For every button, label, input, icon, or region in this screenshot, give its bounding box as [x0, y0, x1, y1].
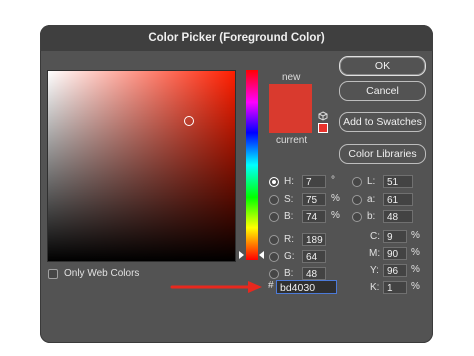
brightness-label: B: — [284, 211, 294, 222]
hue-unit: ° — [331, 175, 335, 186]
color-libraries-button[interactable]: Color Libraries — [339, 144, 426, 164]
black-unit: % — [411, 281, 420, 292]
black-label: K: — [370, 282, 380, 293]
color-field-cursor[interactable] — [184, 116, 194, 126]
only-web-colors-checkbox[interactable] — [48, 269, 58, 279]
only-web-colors-label: Only Web Colors — [64, 268, 140, 279]
saturation-label: S: — [284, 194, 294, 205]
saturation-radio[interactable] — [269, 195, 279, 205]
red-input[interactable]: 189 — [302, 233, 326, 246]
green-radio[interactable] — [269, 252, 279, 262]
saturation-input[interactable]: 75 — [302, 193, 326, 206]
current-color-label: current — [276, 135, 308, 146]
lab-a-input[interactable]: 61 — [383, 193, 413, 206]
blue-radio[interactable] — [269, 269, 279, 279]
lightness-label: L: — [367, 176, 376, 187]
brightness-radio[interactable] — [269, 212, 279, 222]
new-color-label: new — [282, 72, 301, 83]
cyan-input[interactable]: 9 — [383, 230, 407, 243]
cyan-unit: % — [411, 230, 420, 241]
yellow-unit: % — [411, 264, 420, 275]
annotation-arrow-icon — [170, 281, 262, 293]
dialog-title: Color Picker (Foreground Color) — [40, 25, 433, 51]
black-input[interactable]: 1 — [383, 281, 407, 294]
web-safe-color-swatch[interactable] — [318, 123, 328, 133]
magenta-unit: % — [411, 247, 420, 258]
blue-input[interactable]: 48 — [302, 267, 326, 280]
color-field[interactable] — [47, 70, 236, 262]
blue-label: B: — [284, 268, 294, 279]
cyan-label: C: — [370, 231, 380, 242]
lab-b-input[interactable]: 48 — [383, 210, 413, 223]
green-label: G: — [284, 251, 295, 262]
magenta-label: M: — [369, 248, 381, 259]
lab-a-radio[interactable] — [352, 195, 362, 205]
yellow-label: Y: — [370, 265, 379, 276]
hue-slider[interactable] — [246, 70, 258, 260]
hue-input[interactable]: 7 — [302, 175, 326, 188]
current-color-swatch[interactable] — [269, 108, 312, 133]
ok-button[interactable]: OK — [339, 56, 426, 76]
red-label: R: — [284, 234, 294, 245]
hex-hash-label: # — [268, 280, 274, 291]
brightness-input[interactable]: 74 — [302, 210, 326, 223]
new-color-swatch — [269, 84, 312, 108]
red-radio[interactable] — [269, 235, 279, 245]
green-input[interactable]: 64 — [302, 250, 326, 263]
hue-label: H: — [284, 176, 294, 187]
cube-icon[interactable] — [318, 111, 328, 121]
hue-slider-right-handle[interactable] — [259, 251, 264, 259]
add-to-swatches-button[interactable]: Add to Swatches — [339, 112, 426, 132]
magenta-input[interactable]: 90 — [383, 247, 407, 260]
lab-a-label: a: — [367, 194, 376, 205]
lab-b-label: b: — [367, 211, 376, 222]
lab-b-radio[interactable] — [352, 212, 362, 222]
lightness-input[interactable]: 51 — [383, 175, 413, 188]
brightness-unit: % — [331, 210, 340, 221]
hue-radio[interactable] — [269, 177, 279, 187]
hue-slider-left-handle[interactable] — [239, 251, 244, 259]
cancel-button[interactable]: Cancel — [339, 81, 426, 101]
yellow-input[interactable]: 96 — [383, 264, 407, 277]
hex-input[interactable]: bd4030 — [276, 280, 337, 294]
lightness-radio[interactable] — [352, 177, 362, 187]
saturation-unit: % — [331, 193, 340, 204]
